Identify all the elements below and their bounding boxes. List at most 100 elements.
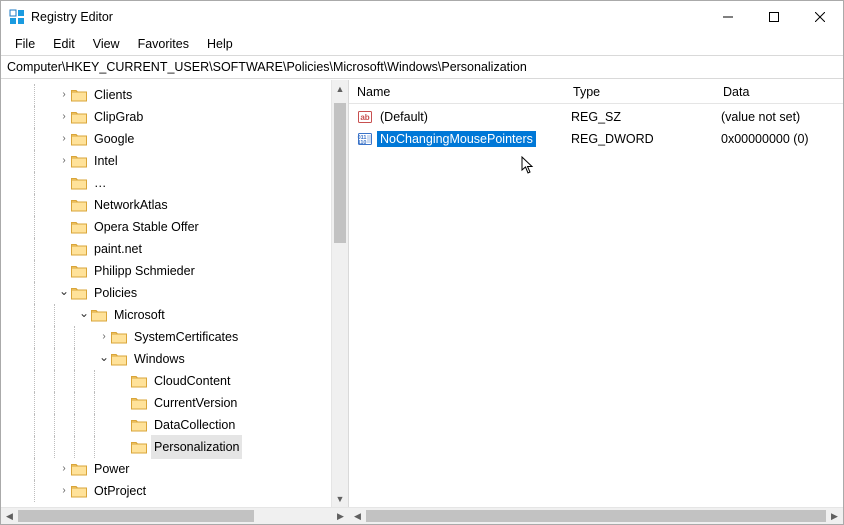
tree-node[interactable]: › Google [1, 128, 348, 150]
scroll-track[interactable] [18, 508, 332, 524]
menu-favorites[interactable]: Favorites [130, 35, 197, 53]
scroll-down-icon[interactable]: ▼ [332, 490, 348, 507]
tree-node-label: Personalization [151, 435, 242, 459]
window-title: Registry Editor [31, 10, 705, 24]
scroll-track[interactable] [332, 97, 348, 490]
tree-node[interactable]: › Intel [1, 150, 348, 172]
column-header-data[interactable]: Data [723, 80, 843, 103]
tree-pane: ›Clients›ClipGrab›Google›Intel…NetworkAt… [1, 80, 349, 507]
tree-node[interactable]: Personalization [1, 436, 348, 458]
chevron-right-icon[interactable]: › [57, 106, 71, 128]
scroll-up-icon[interactable]: ▲ [332, 80, 348, 97]
value-row[interactable]: 011110NoChangingMousePointersREG_DWORD0x… [349, 128, 843, 150]
scroll-left-icon[interactable]: ◀ [1, 508, 18, 524]
tree-node-label: NetworkAtlas [91, 193, 171, 217]
menu-view[interactable]: View [85, 35, 128, 53]
titlebar: Registry Editor [1, 1, 843, 33]
regedit-icon [9, 9, 25, 25]
close-button[interactable] [797, 1, 843, 33]
column-header-type[interactable]: Type [573, 80, 723, 103]
tree-node-label: SystemCertificates [131, 325, 241, 349]
folder-icon [71, 88, 87, 102]
maximize-button[interactable] [751, 1, 797, 33]
value-name-cell: (Default) [377, 109, 571, 125]
address-bar[interactable]: Computer\HKEY_CURRENT_USER\SOFTWARE\Poli… [1, 55, 843, 79]
chevron-right-icon[interactable]: › [57, 128, 71, 150]
tree-node[interactable]: paint.net [1, 238, 348, 260]
folder-icon [111, 330, 127, 344]
address-text: Computer\HKEY_CURRENT_USER\SOFTWARE\Poli… [7, 60, 527, 74]
tree-node[interactable]: › OtProject [1, 480, 348, 502]
scroll-thumb[interactable] [18, 510, 254, 522]
tree-node-label: Opera Stable Offer [91, 215, 202, 239]
folder-icon [91, 308, 107, 322]
tree-node[interactable]: ›ClipGrab [1, 106, 348, 128]
tree-node[interactable]: ›Power [1, 458, 348, 480]
folder-icon [71, 176, 87, 190]
scroll-thumb[interactable] [334, 103, 346, 243]
tree-node-label: … [91, 171, 110, 195]
tree-node-label: paint.net [91, 237, 145, 261]
folder-icon [131, 396, 147, 410]
tree-node[interactable]: ⌄ Microsoft [1, 304, 348, 326]
tree-node-label: Microsoft [111, 303, 168, 327]
menu-edit[interactable]: Edit [45, 35, 83, 53]
tree-node-label: OtProject [91, 479, 149, 503]
chevron-down-icon[interactable]: ⌄ [57, 280, 71, 302]
chevron-down-icon[interactable]: ⌄ [97, 346, 111, 368]
tree-node[interactable]: … [1, 172, 348, 194]
menu-help[interactable]: Help [199, 35, 241, 53]
scroll-right-icon[interactable]: ▶ [826, 508, 843, 524]
chevron-right-icon[interactable]: › [57, 84, 71, 106]
menu-file[interactable]: File [7, 35, 43, 53]
tree-node[interactable]: CurrentVersion [1, 392, 348, 414]
tree-scroll: ›Clients›ClipGrab›Google›Intel…NetworkAt… [1, 80, 348, 507]
scroll-thumb[interactable] [366, 510, 826, 522]
window-controls [705, 1, 843, 33]
column-header-name[interactable]: Name [357, 80, 573, 103]
tree-node-label: Policies [91, 281, 140, 305]
scroll-track[interactable] [366, 508, 826, 524]
tree-node[interactable]: ⌄ Windows [1, 348, 348, 370]
tree-node[interactable]: › Clients [1, 84, 348, 106]
value-type: REG_DWORD [571, 132, 721, 146]
chevron-right-icon[interactable]: › [57, 150, 71, 172]
tree-node[interactable]: NetworkAtlas [1, 194, 348, 216]
tree-node-label: Clients [91, 83, 135, 107]
tree-node-label: Windows [131, 347, 188, 371]
values-body[interactable]: ab(Default)REG_SZ(value not set)011110No… [349, 104, 843, 507]
chevron-down-icon[interactable]: ⌄ [77, 302, 91, 324]
values-horizontal-scrollbar[interactable]: ◀ ▶ [349, 508, 843, 524]
tree-node[interactable]: CloudContent [1, 370, 348, 392]
tree-node[interactable]: › SystemCertificates [1, 326, 348, 348]
value-name-cell: NoChangingMousePointers [377, 131, 571, 147]
tree-node[interactable]: DataCollection [1, 414, 348, 436]
tree-node-label: Google [91, 127, 137, 151]
folder-icon [131, 374, 147, 388]
chevron-right-icon[interactable]: › [97, 326, 111, 348]
tree[interactable]: ›Clients›ClipGrab›Google›Intel…NetworkAt… [1, 84, 348, 502]
menubar: File Edit View Favorites Help [1, 33, 843, 55]
reg-dword-icon: 011110 [357, 131, 373, 147]
folder-icon [71, 242, 87, 256]
tree-node-label: Intel [91, 149, 121, 173]
values-header[interactable]: Name Type Data [349, 80, 843, 104]
value-row[interactable]: ab(Default)REG_SZ(value not set) [349, 106, 843, 128]
folder-icon [131, 418, 147, 432]
folder-icon [71, 132, 87, 146]
scroll-left-icon[interactable]: ◀ [349, 508, 366, 524]
folder-icon [71, 154, 87, 168]
scroll-right-icon[interactable]: ▶ [332, 508, 349, 524]
reg-string-icon: ab [357, 109, 373, 125]
main: ›Clients›ClipGrab›Google›Intel…NetworkAt… [1, 79, 843, 507]
tree-node[interactable]: Opera Stable Offer [1, 216, 348, 238]
minimize-button[interactable] [705, 1, 751, 33]
tree-node[interactable]: Philipp Schmieder [1, 260, 348, 282]
tree-vertical-scrollbar[interactable]: ▲ ▼ [331, 80, 348, 507]
chevron-right-icon[interactable]: › [57, 480, 71, 502]
tree-node[interactable]: ⌄ Policies [1, 282, 348, 304]
chevron-right-icon[interactable]: › [57, 458, 71, 480]
tree-horizontal-scrollbar[interactable]: ◀ ▶ [1, 508, 349, 524]
folder-icon [71, 110, 87, 124]
folder-icon [71, 220, 87, 234]
